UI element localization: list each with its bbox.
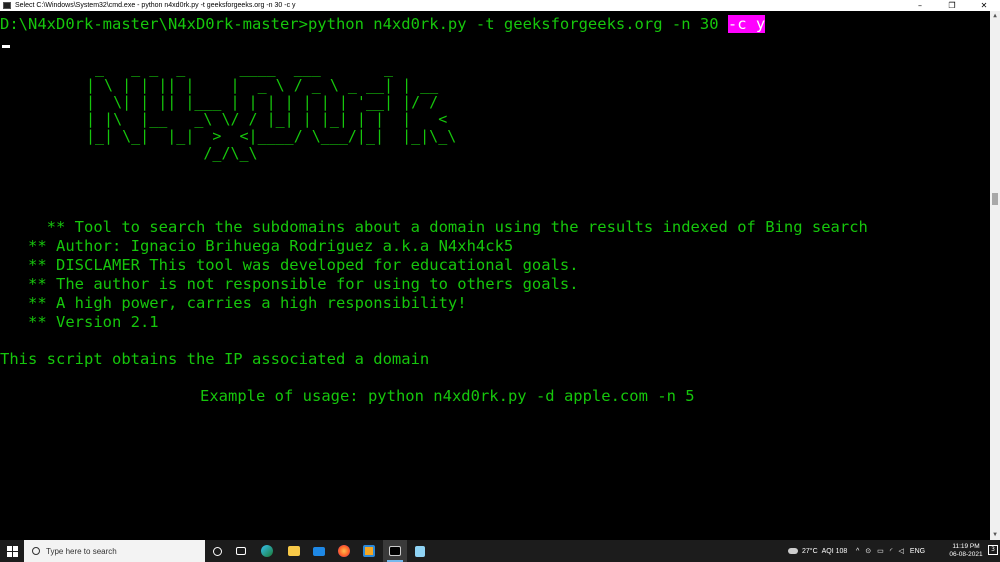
scroll-down-arrow-icon[interactable]: ▼: [990, 530, 1000, 540]
firefox-icon: [338, 545, 350, 557]
start-button[interactable]: [0, 540, 24, 562]
language-indicator[interactable]: ENG: [910, 548, 925, 555]
ascii-banner: _ _ _ _ ____ ___ _ | \ | | || | | _ \ / …: [86, 59, 457, 162]
volume-icon[interactable]: ◁: [899, 547, 904, 555]
folder-icon: [288, 546, 300, 556]
cortana-button[interactable]: [205, 540, 229, 562]
command-text: D:\N4xD0rk-master\N4xD0rk-master>python …: [0, 15, 728, 33]
close-button[interactable]: ✕: [968, 0, 1000, 11]
info-line-disclaimer: ** DISCLAMER This tool was developed for…: [0, 256, 579, 274]
console-output[interactable]: D:\N4xD0rk-master\N4xD0rk-master>python …: [0, 11, 990, 540]
taskbar-app-notepad[interactable]: [408, 540, 432, 562]
battery-icon[interactable]: ▭: [877, 547, 884, 555]
info-line-power: ** A high power, carries a high responsi…: [0, 294, 467, 312]
taskbar-app-cmd[interactable]: [383, 540, 407, 562]
weather-aqi: AQI 108: [821, 547, 848, 555]
taskbar-app-file-explorer[interactable]: [282, 540, 306, 562]
cmd-icon: [3, 2, 11, 9]
command-line: D:\N4xD0rk-master\N4xD0rk-master>python …: [0, 15, 766, 33]
task-view-icon: [236, 547, 246, 555]
info-line-responsibility: ** The author is not responsible for usi…: [0, 275, 579, 293]
weather-widget[interactable]: 27°C AQI 108: [788, 540, 847, 562]
clock-time: 11:19 PM: [952, 543, 980, 550]
meet-now-icon[interactable]: ⊙: [865, 547, 871, 555]
edge-icon: [261, 545, 273, 557]
scroll-thumb[interactable]: [992, 193, 998, 205]
tray-icons: ^ ⊙ ▭ ◜ ◁ ENG: [856, 540, 925, 562]
notification-center-icon[interactable]: 3: [988, 545, 998, 555]
notification-count: 3: [991, 546, 995, 553]
search-placeholder: Type here to search: [46, 546, 117, 556]
window-title: Select C:\Windows\System32\cmd.exe - pyt…: [15, 2, 296, 9]
info-line-version: ** Version 2.1: [0, 313, 159, 331]
search-icon: [32, 547, 40, 555]
cortana-icon: [212, 546, 222, 556]
notepad-icon: [415, 545, 425, 557]
restore-button[interactable]: ❐: [936, 0, 968, 11]
weather-temp: 27°C: [802, 547, 818, 555]
network-icon[interactable]: ◜: [890, 547, 893, 555]
taskbar-app-mail[interactable]: [307, 540, 331, 562]
info-line-tool: ** Tool to search the subdomains about a…: [0, 218, 868, 236]
taskbar-clock[interactable]: 11:19 PM 06-08-2021: [946, 543, 986, 559]
task-view-button[interactable]: [229, 540, 253, 562]
windows-logo-icon: [6, 545, 18, 557]
vertical-scrollbar[interactable]: ▲ ▼: [990, 11, 1000, 540]
taskbar: Type here to search 27°C AQI 108 ^ ⊙ ▭ ◜…: [0, 540, 1000, 562]
text-cursor: [2, 45, 10, 48]
taskbar-app-firefox[interactable]: [332, 540, 356, 562]
info-line-author: ** Author: Ignacio Brihuega Rodriguez a.…: [0, 237, 514, 255]
usage-example: Example of usage: python n4xd0rk.py -d a…: [200, 387, 695, 405]
taskbar-app-edge[interactable]: [255, 540, 279, 562]
title-bar[interactable]: Select C:\Windows\System32\cmd.exe - pyt…: [0, 0, 1000, 11]
minimize-button[interactable]: –: [904, 0, 936, 11]
mail-icon: [313, 546, 325, 556]
scroll-up-arrow-icon[interactable]: ▲: [990, 11, 1000, 21]
cmd-app-icon: [389, 546, 401, 556]
taskbar-search-box[interactable]: Type here to search: [24, 540, 205, 562]
selected-text: -c y: [727, 15, 766, 33]
script-description: This script obtains the IP associated a …: [0, 350, 430, 368]
window-controls: – ❐ ✕: [904, 0, 1000, 11]
store-icon: [363, 545, 375, 557]
chevron-up-icon[interactable]: ^: [856, 548, 859, 555]
taskbar-app-store[interactable]: [357, 540, 381, 562]
cloud-icon: [788, 548, 798, 554]
clock-date: 06-08-2021: [949, 551, 983, 558]
